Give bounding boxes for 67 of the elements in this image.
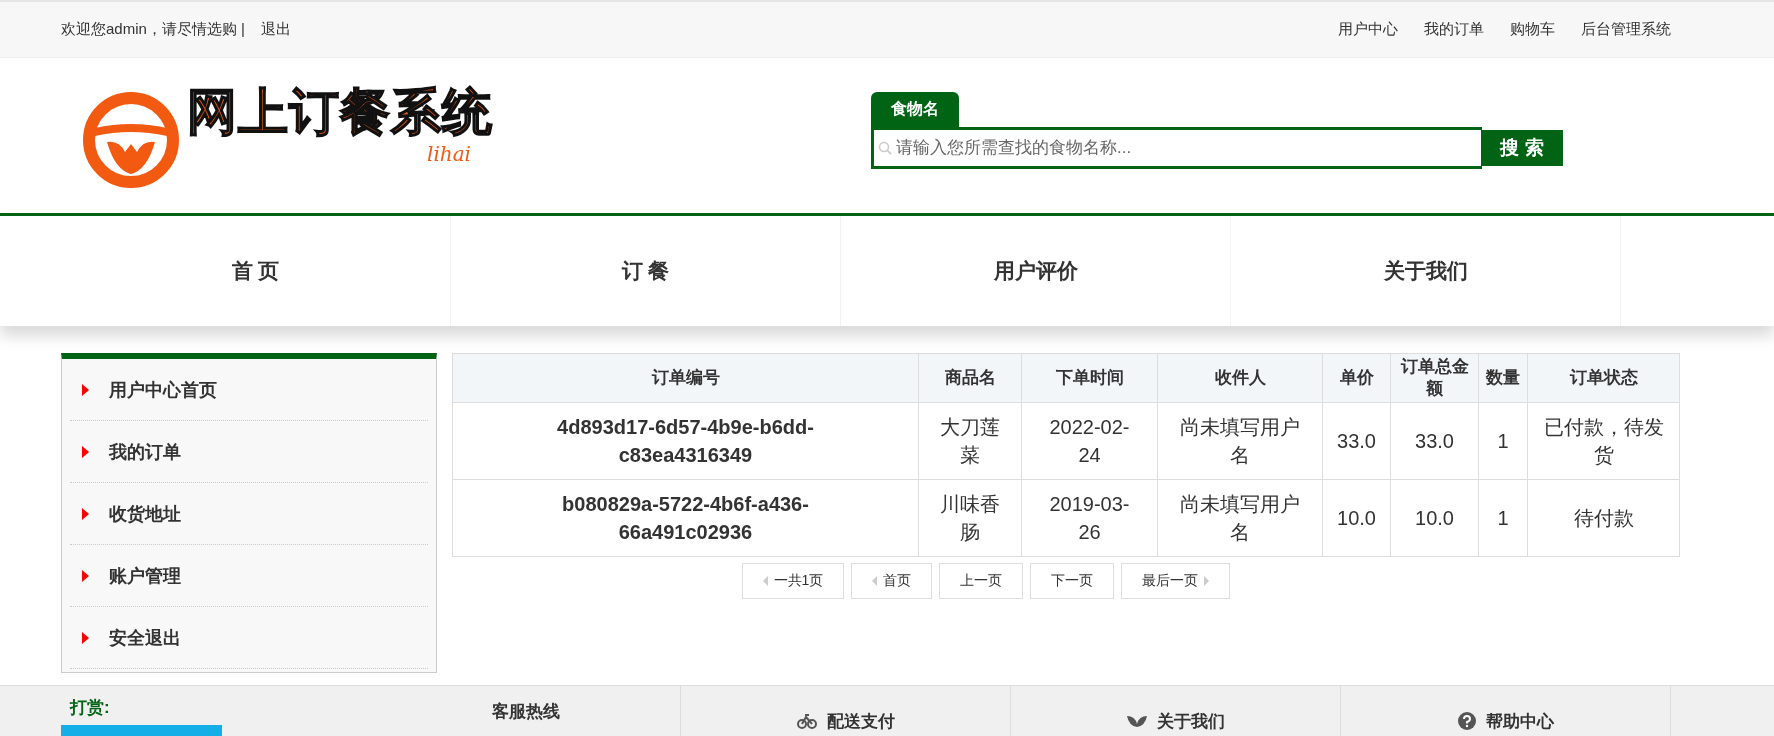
table-cell: 尚未填写用户名 <box>1157 479 1323 557</box>
top-link[interactable]: 用户中心 <box>1338 20 1398 39</box>
table-cell: 33.0 <box>1322 402 1391 480</box>
table-cell: 已付款，待发货 <box>1527 402 1680 480</box>
top-link[interactable]: 后台管理系统 <box>1581 20 1671 39</box>
sidebar-item[interactable]: 收货地址 <box>70 483 428 545</box>
sidebar-item[interactable]: 安全退出 <box>70 607 428 669</box>
logo-icon <box>81 89 181 190</box>
column-header: 数量 <box>1478 353 1528 403</box>
page-button[interactable]: 首页 <box>851 563 933 599</box>
triangle-icon <box>82 507 89 520</box>
caret-right-icon <box>1204 576 1210 586</box>
column-header: 商品名 <box>918 353 1022 403</box>
nav-item[interactable]: 关于我们 <box>1231 216 1621 326</box>
logout-link[interactable]: 退出 <box>260 20 291 39</box>
nav-item[interactable]: 订 餐 <box>451 216 841 326</box>
page-button[interactable]: 下一页 <box>1030 563 1115 599</box>
page-button[interactable]: 一共1页 <box>741 563 845 599</box>
pay-button[interactable] <box>61 725 222 736</box>
table-cell: 1 <box>1478 402 1528 480</box>
top-link[interactable]: 购物车 <box>1510 20 1555 39</box>
table-cell: b080829a-5722-4b6f-a436-66a491c02936 <box>452 479 919 557</box>
table-cell: 2019-03-26 <box>1021 479 1158 557</box>
help-icon <box>1457 712 1476 730</box>
table-cell: 川味香肠 <box>918 479 1022 557</box>
column-header: 收件人 <box>1157 353 1323 403</box>
column-header: 订单编号 <box>452 353 919 403</box>
nav-item[interactable]: 用户评价 <box>841 216 1231 326</box>
top-link[interactable]: 我的订单 <box>1424 20 1484 39</box>
triangle-icon <box>82 631 89 644</box>
table-cell: 4d893d17-6d57-4b9e-b6dd-c83ea4316349 <box>452 402 919 480</box>
page-button[interactable]: 最后一页 <box>1121 563 1231 599</box>
footer-heading[interactable]: 关于我们 <box>1156 709 1225 733</box>
column-header: 下单时间 <box>1021 353 1158 403</box>
table-cell: 10.0 <box>1390 479 1479 557</box>
leaf-icon <box>1126 714 1147 728</box>
logo-signature: lihai <box>427 141 472 166</box>
column-header: 订单状态 <box>1527 353 1680 403</box>
sidebar-item[interactable]: 用户中心首页 <box>70 359 428 421</box>
column-header: 订单总金额 <box>1390 353 1479 403</box>
table-cell: 33.0 <box>1390 402 1479 480</box>
sidebar-item[interactable]: 我的订单 <box>70 421 428 483</box>
nav-item[interactable]: 首 页 <box>61 216 451 326</box>
page-button[interactable]: 上一页 <box>939 563 1024 599</box>
sidebar-item[interactable]: 账户管理 <box>70 545 428 607</box>
triangle-icon <box>82 569 89 582</box>
footer-heading[interactable]: 客服热线 <box>491 700 560 723</box>
search-icon <box>878 141 892 155</box>
reward-label: 打赏: <box>70 697 111 719</box>
welcome-text: 欢迎您admin，请尽情选购 | <box>61 20 245 39</box>
search-button[interactable]: 搜 索 <box>1481 130 1563 166</box>
search-tab[interactable]: 食物名 <box>871 92 959 127</box>
caret-left-icon <box>762 576 768 586</box>
table-cell: 大刀莲菜 <box>918 402 1022 480</box>
triangle-icon <box>82 445 89 458</box>
triangle-icon <box>82 383 89 396</box>
caret-left-icon <box>872 576 878 586</box>
table-cell: 2022-02-24 <box>1021 402 1158 480</box>
footer-heading[interactable]: 配送支付 <box>826 709 895 733</box>
table-cell: 待付款 <box>1527 479 1680 557</box>
table-cell: 尚未填写用户名 <box>1157 402 1323 480</box>
column-header: 单价 <box>1322 353 1391 403</box>
table-cell: 10.0 <box>1322 479 1391 557</box>
footer-heading[interactable]: 帮助中心 <box>1485 709 1554 733</box>
table-cell: 1 <box>1478 479 1528 557</box>
bicycle-icon <box>796 713 817 729</box>
logo-title: 网上订餐系统 <box>187 82 493 142</box>
